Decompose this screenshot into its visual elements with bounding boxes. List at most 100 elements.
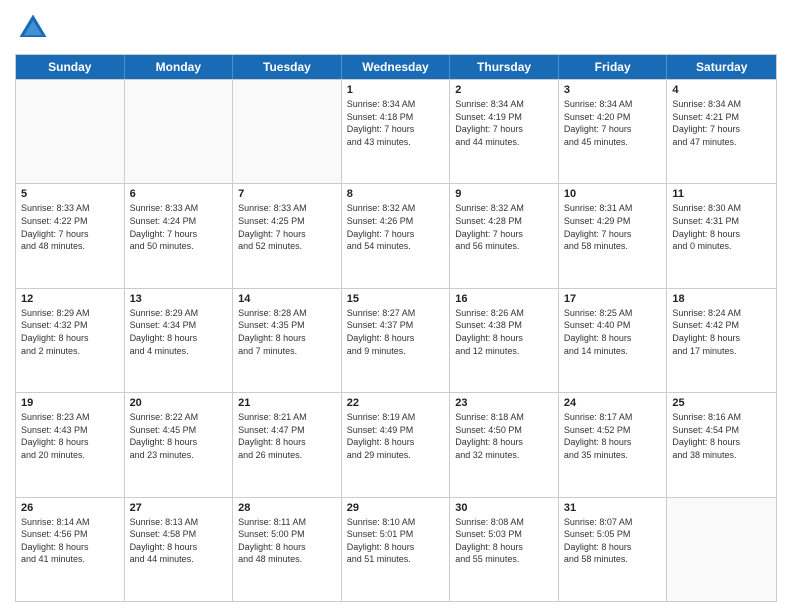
calendar-cell: 25Sunrise: 8:16 AM Sunset: 4:54 PM Dayli… [667,393,776,496]
calendar-header-cell: Tuesday [233,55,342,79]
cell-info: Sunrise: 8:32 AM Sunset: 4:28 PM Dayligh… [455,202,553,252]
calendar-cell: 26 Sunrise: 8:14 AM Sunset: 4:56 PM Dayli… [16,498,125,601]
calendar-cell: 1 Sunrise: 8:34 AM Sunset: 4:18 PM Daylig… [342,80,451,183]
cell-info: Sunrise: 8:11 AM Sunset: 5:00 PM Dayligh… [238,516,336,566]
cell-info: Sunrise: 8:29 AM Sunset: 4:34 PM Dayligh… [130,307,228,357]
cell-day-number: 11 [672,188,771,200]
calendar-cell: 3 Sunrise: 8:34 AM Sunset: 4:20 PM Daylig… [559,80,668,183]
calendar-header-cell: Thursday [450,55,559,79]
cell-info: Sunrise: 8:26 AM Sunset: 4:38 PM Dayligh… [455,307,553,357]
calendar-cell [233,80,342,183]
cell-info: Sunrise: 8:21 AM Sunset: 4:47 PM Dayligh… [238,411,336,461]
calendar-cell: 30 Sunrise: 8:08 AM Sunset: 5:03 PM Dayli… [450,498,559,601]
calendar-cell: 31 Sunrise: 8:07 AM Sunset: 5:05 PM Dayli… [559,498,668,601]
cell-day-number: 7 [238,188,336,200]
cell-info: Sunrise: 8:19 AM Sunset: 4:49 PM Dayligh… [347,411,445,461]
calendar-header-cell: Friday [559,55,668,79]
calendar-cell: 11 Sunrise: 8:30 AM Sunset: 4:31 PM Dayli… [667,184,776,287]
cell-day-number: 14 [238,293,336,305]
calendar-row: 5Sunrise: 8:33 AM Sunset: 4:22 PM Daylig… [16,183,776,287]
calendar-cell: 5Sunrise: 8:33 AM Sunset: 4:22 PM Daylig… [16,184,125,287]
cell-day-number: 25 [672,397,771,409]
header [15,10,777,46]
calendar-cell: 19Sunrise: 8:23 AM Sunset: 4:43 PM Dayli… [16,393,125,496]
calendar-cell: 16 Sunrise: 8:26 AM Sunset: 4:38 PM Dayli… [450,289,559,392]
cell-info: Sunrise: 8:07 AM Sunset: 5:05 PM Dayligh… [564,516,662,566]
calendar-cell: 27 Sunrise: 8:13 AM Sunset: 4:58 PM Dayli… [125,498,234,601]
cell-day-number: 13 [130,293,228,305]
cell-day-number: 2 [455,84,553,96]
calendar-cell: 17 Sunrise: 8:25 AM Sunset: 4:40 PM Dayli… [559,289,668,392]
cell-info: Sunrise: 8:34 AM Sunset: 4:20 PM Dayligh… [564,98,662,148]
cell-day-number: 16 [455,293,553,305]
calendar-header-cell: Monday [125,55,234,79]
cell-info: Sunrise: 8:28 AM Sunset: 4:35 PM Dayligh… [238,307,336,357]
calendar-cell: 14 Sunrise: 8:28 AM Sunset: 4:35 PM Dayli… [233,289,342,392]
cell-info: Sunrise: 8:29 AM Sunset: 4:32 PM Dayligh… [21,307,119,357]
cell-info: Sunrise: 8:33 AM Sunset: 4:25 PM Dayligh… [238,202,336,252]
calendar-cell: 15 Sunrise: 8:27 AM Sunset: 4:37 PM Dayli… [342,289,451,392]
cell-day-number: 18 [672,293,771,305]
cell-day-number: 19 [21,397,119,409]
cell-day-number: 20 [130,397,228,409]
cell-info: Sunrise: 8:18 AM Sunset: 4:50 PM Dayligh… [455,411,553,461]
calendar-cell: 7 Sunrise: 8:33 AM Sunset: 4:25 PM Daylig… [233,184,342,287]
cell-info: Sunrise: 8:34 AM Sunset: 4:19 PM Dayligh… [455,98,553,148]
cell-day-number: 5 [21,188,119,200]
calendar-cell: 8 Sunrise: 8:32 AM Sunset: 4:26 PM Daylig… [342,184,451,287]
cell-day-number: 29 [347,502,445,514]
cell-day-number: 3 [564,84,662,96]
calendar-cell [16,80,125,183]
cell-info: Sunrise: 8:32 AM Sunset: 4:26 PM Dayligh… [347,202,445,252]
calendar-row: 26 Sunrise: 8:14 AM Sunset: 4:56 PM Dayli… [16,497,776,601]
calendar-cell: 6 Sunrise: 8:33 AM Sunset: 4:24 PM Daylig… [125,184,234,287]
cell-info: Sunrise: 8:27 AM Sunset: 4:37 PM Dayligh… [347,307,445,357]
cell-day-number: 21 [238,397,336,409]
calendar-cell: 10 Sunrise: 8:31 AM Sunset: 4:29 PM Dayli… [559,184,668,287]
cell-info: Sunrise: 8:14 AM Sunset: 4:56 PM Dayligh… [21,516,119,566]
cell-info: Sunrise: 8:10 AM Sunset: 5:01 PM Dayligh… [347,516,445,566]
logo-icon [15,10,51,46]
cell-day-number: 28 [238,502,336,514]
cell-info: Sunrise: 8:30 AM Sunset: 4:31 PM Dayligh… [672,202,771,252]
cell-day-number: 6 [130,188,228,200]
calendar-cell: 12Sunrise: 8:29 AM Sunset: 4:32 PM Dayli… [16,289,125,392]
calendar-body: 1 Sunrise: 8:34 AM Sunset: 4:18 PM Daylig… [16,79,776,601]
cell-info: Sunrise: 8:17 AM Sunset: 4:52 PM Dayligh… [564,411,662,461]
cell-info: Sunrise: 8:31 AM Sunset: 4:29 PM Dayligh… [564,202,662,252]
logo [15,10,55,46]
calendar-cell: 21 Sunrise: 8:21 AM Sunset: 4:47 PM Dayli… [233,393,342,496]
cell-day-number: 10 [564,188,662,200]
cell-info: Sunrise: 8:25 AM Sunset: 4:40 PM Dayligh… [564,307,662,357]
page: SundayMondayTuesdayWednesdayThursdayFrid… [0,0,792,612]
cell-day-number: 31 [564,502,662,514]
cell-day-number: 8 [347,188,445,200]
cell-day-number: 9 [455,188,553,200]
calendar-cell: 4 Sunrise: 8:34 AM Sunset: 4:21 PM Daylig… [667,80,776,183]
cell-info: Sunrise: 8:22 AM Sunset: 4:45 PM Dayligh… [130,411,228,461]
calendar-header-cell: Wednesday [342,55,451,79]
calendar-header-cell: Sunday [16,55,125,79]
calendar-cell: 9 Sunrise: 8:32 AM Sunset: 4:28 PM Daylig… [450,184,559,287]
cell-info: Sunrise: 8:33 AM Sunset: 4:24 PM Dayligh… [130,202,228,252]
cell-day-number: 30 [455,502,553,514]
cell-info: Sunrise: 8:08 AM Sunset: 5:03 PM Dayligh… [455,516,553,566]
calendar: SundayMondayTuesdayWednesdayThursdayFrid… [15,54,777,602]
calendar-cell: 23Sunrise: 8:18 AM Sunset: 4:50 PM Dayli… [450,393,559,496]
calendar-cell [667,498,776,601]
cell-info: Sunrise: 8:24 AM Sunset: 4:42 PM Dayligh… [672,307,771,357]
cell-info: Sunrise: 8:34 AM Sunset: 4:18 PM Dayligh… [347,98,445,148]
cell-day-number: 1 [347,84,445,96]
cell-day-number: 15 [347,293,445,305]
cell-day-number: 27 [130,502,228,514]
cell-day-number: 22 [347,397,445,409]
calendar-cell: 29 Sunrise: 8:10 AM Sunset: 5:01 PM Dayli… [342,498,451,601]
calendar-cell: 28 Sunrise: 8:11 AM Sunset: 5:00 PM Dayli… [233,498,342,601]
cell-info: Sunrise: 8:34 AM Sunset: 4:21 PM Dayligh… [672,98,771,148]
cell-info: Sunrise: 8:13 AM Sunset: 4:58 PM Dayligh… [130,516,228,566]
cell-day-number: 4 [672,84,771,96]
cell-day-number: 17 [564,293,662,305]
cell-day-number: 26 [21,502,119,514]
calendar-header-cell: Saturday [667,55,776,79]
calendar-cell: 20 Sunrise: 8:22 AM Sunset: 4:45 PM Dayli… [125,393,234,496]
